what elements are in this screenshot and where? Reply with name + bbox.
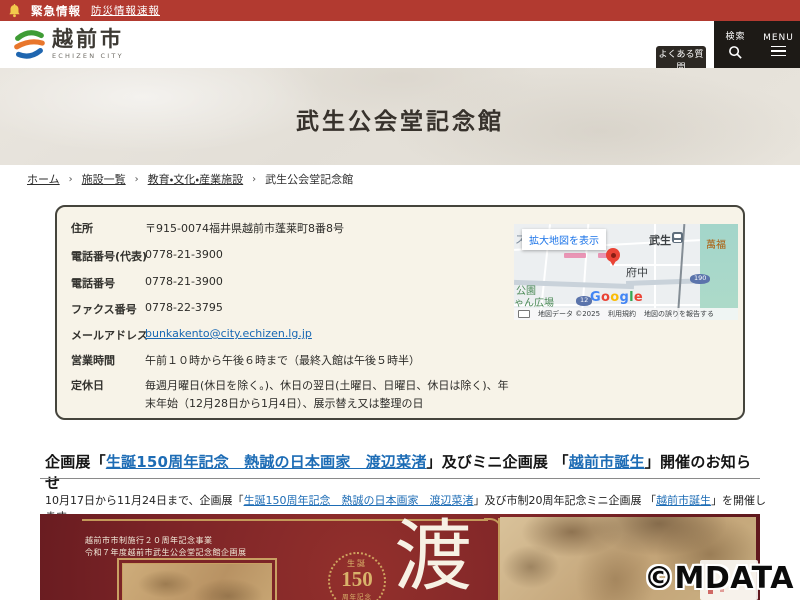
map-terms-link[interactable]: 利用規約 xyxy=(608,309,636,319)
poster-title-character: 渡 xyxy=(394,518,472,596)
map-pink-label-fragment xyxy=(564,253,586,258)
breadcrumb-separator: › xyxy=(252,174,256,185)
heading-text: 」及びミニ企画展 「 xyxy=(427,453,569,471)
map-street xyxy=(610,264,700,266)
info-label: ファクス番号 xyxy=(71,301,137,317)
paragraph-text: 10月17日から11月24日まで、企画展「 xyxy=(45,494,244,507)
exhibition-link[interactable]: 生誕150周年記念 熱誠の日本画家 渡辺菜渚 xyxy=(106,453,427,471)
info-label: メールアドレス xyxy=(71,327,148,343)
breadcrumb-separator: › xyxy=(135,174,139,185)
info-value: 毎週月曜日(休日を除く。)、休日の翌日(土曜日、日曜日、休日は除く)、年末年始（… xyxy=(145,377,517,413)
info-value: 0778-21-3900 xyxy=(145,275,223,288)
header-nav: 検索 MENU xyxy=(714,21,800,68)
heading-text: 企画展「 xyxy=(45,453,106,471)
disaster-bulletin-link[interactable]: 防災情報速報 xyxy=(91,3,160,18)
poster-note-line2: 令和７年度越前市武生公会堂記念館企画展 xyxy=(85,547,247,558)
poster-note-line1: 越前市市制施行２０周年記念事業 xyxy=(85,535,213,546)
breadcrumb-separator: › xyxy=(69,174,73,185)
breadcrumb-current: 武生公会堂記念館 xyxy=(265,171,353,187)
google-logo[interactable]: Google xyxy=(590,290,643,305)
paragraph-text: 」及び市制20周年記念ミニ企画展 「 xyxy=(474,494,657,507)
info-label: 電話番号 xyxy=(71,275,115,291)
map-label-station[interactable]: 武生 xyxy=(649,232,671,248)
map-data-notice: 地図データ ©2025 xyxy=(538,309,600,319)
mini-exhibition-link[interactable]: 越前市誕生 xyxy=(569,453,645,471)
search-button[interactable]: 検索 xyxy=(714,21,757,68)
keyboard-shortcuts-icon[interactable] xyxy=(518,310,530,318)
poster-artwork-frame xyxy=(117,558,277,600)
map-label-temple: 萬福 xyxy=(706,236,726,251)
info-value: 〒915-0074福井県越前市蓬莱町8番8号 xyxy=(145,220,344,236)
menu-icon xyxy=(771,46,786,57)
page-title: 武生公会堂記念館 xyxy=(0,102,800,136)
map-report-link[interactable]: 地図の誤りを報告する xyxy=(644,309,714,319)
menu-label: MENU xyxy=(763,33,794,43)
breadcrumb-facilities[interactable]: 施設一覧 xyxy=(82,171,126,187)
google-map-embed[interactable]: ス 武生 府中 萬福 190 12 公園 ゃん広場 拡大地図を表示 Google… xyxy=(514,224,738,320)
watermark: ©MDATA xyxy=(644,561,794,596)
exhibition-heading: 企画展「生誕150周年記念 熱誠の日本画家 渡辺菜渚」及びミニ企画展 「越前市誕… xyxy=(45,451,765,493)
info-label: 電話番号(代表) xyxy=(71,248,147,264)
info-value: 0778-21-3900 xyxy=(145,248,223,261)
breadcrumb: ホーム › 施設一覧 › 教育・文化・産業施設 › 武生公会堂記念館 xyxy=(27,171,353,187)
expand-map-button[interactable]: 拡大地図を表示 xyxy=(522,229,606,250)
facility-info-card: 住所 〒915-0074福井県越前市蓬莱町8番8号 電話番号(代表) 0778-… xyxy=(55,205,745,420)
info-label: 定休日 xyxy=(71,377,104,393)
emergency-label[interactable]: 緊急情報 xyxy=(31,3,81,19)
search-icon xyxy=(728,45,743,60)
map-label-plaza: ゃん広場 xyxy=(514,294,554,309)
page: 緊急情報 防災情報速報 越前市 ECHIZEN CITY よくある質問 検索 xyxy=(0,0,800,600)
info-value: 0778-22-3795 xyxy=(145,301,223,314)
city-name-en: ECHIZEN CITY xyxy=(52,52,124,60)
city-logo-icon xyxy=(12,27,46,61)
info-label: 住所 xyxy=(71,220,93,236)
emergency-bar: 緊急情報 防災情報速報 xyxy=(0,0,800,21)
city-name: 越前市 xyxy=(52,29,124,50)
train-station-icon xyxy=(672,232,683,243)
badge-bottom-text: 周年記念 xyxy=(342,591,372,600)
menu-button[interactable]: MENU xyxy=(757,21,800,68)
info-label: 営業時間 xyxy=(71,352,115,368)
hero-banner: 武生公会堂記念館 xyxy=(0,68,800,165)
info-value: 午前１０時から午後６時まで（最終入館は午後５時半） xyxy=(145,352,420,368)
bell-icon xyxy=(8,4,21,18)
map-attribution: 地図データ ©2025 利用規約 地図の誤りを報告する xyxy=(514,308,738,320)
breadcrumb-category[interactable]: 教育・文化・産業施設 xyxy=(148,171,243,187)
map-pin-icon[interactable] xyxy=(606,248,620,262)
search-label: 検索 xyxy=(725,29,745,42)
city-logo[interactable]: 越前市 ECHIZEN CITY xyxy=(12,27,124,61)
email-link[interactable]: bunkakento@city.echizen.lg.jp xyxy=(145,327,312,340)
map-label-fuchu: 府中 xyxy=(626,264,648,280)
anniversary-badge: 生誕 150 周年記念 xyxy=(328,552,386,600)
breadcrumb-home[interactable]: ホーム xyxy=(27,171,60,187)
heading-divider xyxy=(40,478,760,479)
exhibition-link[interactable]: 生誕150周年記念 熱誠の日本画家 渡辺菜渚 xyxy=(244,494,474,507)
mini-exhibition-link[interactable]: 越前市誕生 xyxy=(656,494,711,507)
site-header: 越前市 ECHIZEN CITY よくある質問 検索 MENU xyxy=(0,21,800,68)
route-shield-190: 190 xyxy=(690,274,710,284)
badge-number: 150 xyxy=(341,569,373,590)
